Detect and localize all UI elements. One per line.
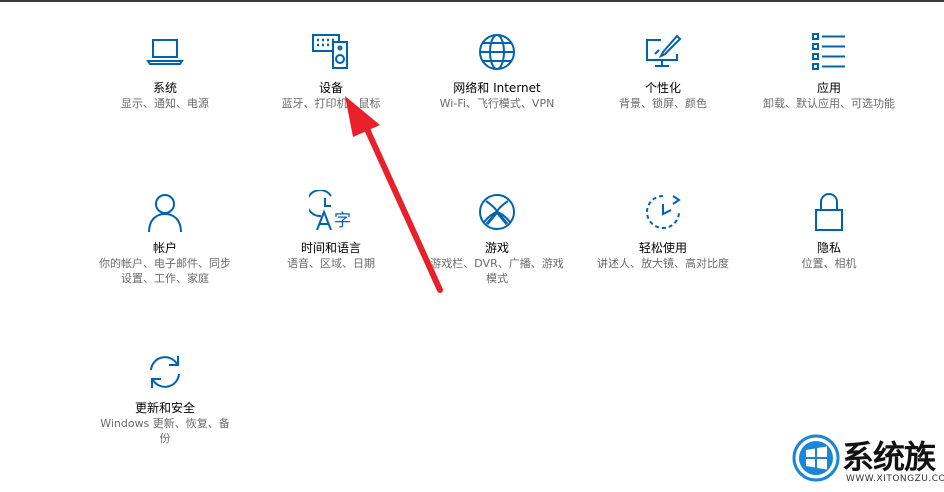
globe-icon — [475, 30, 519, 74]
tile-description: Wi-Fi、飞行模式、VPN — [439, 97, 555, 110]
list-icon — [807, 30, 851, 74]
window-top-border — [0, 0, 944, 2]
tile-description: 卸载、默认应用、可选功能 — [763, 97, 895, 110]
tile-title: 更新和安全 — [134, 401, 195, 415]
tile-description: 显示、通知、电源 — [121, 97, 209, 110]
tile-accounts[interactable]: 帐户 你的帐户、电子邮件、同步设置、工作、家庭 — [90, 190, 240, 286]
tile-ease-of-access[interactable]: 轻松使用 讲述人、放大镜、高对比度 — [588, 190, 738, 271]
tile-title: 设备 — [318, 81, 343, 95]
tile-system[interactable]: 系统 显示、通知、电源 — [90, 30, 240, 111]
watermark-brand: 系统族 — [842, 438, 936, 476]
tile-description: 背景、锁屏、颜色 — [619, 97, 707, 110]
tile-description: 蓝牙、打印机、鼠标 — [281, 97, 381, 110]
tile-description: 游戏栏、DVR、广播、游戏模式 — [430, 257, 564, 285]
ease-of-access-icon — [641, 190, 685, 234]
watermark-url: WWW.XITONGZU.COM — [846, 474, 944, 484]
sync-icon — [143, 350, 187, 394]
tile-title: 系统 — [152, 81, 177, 95]
svg-text:字: 字 — [334, 211, 351, 231]
tile-privacy[interactable]: 隐私 位置、相机 — [754, 190, 904, 271]
tile-gaming[interactable]: 游戏 游戏栏、DVR、广播、游戏模式 — [422, 190, 572, 286]
tile-title: 时间和语言 — [300, 241, 361, 255]
tile-description: 你的帐户、电子邮件、同步设置、工作、家庭 — [99, 257, 231, 285]
keyboard-speaker-icon — [309, 30, 353, 74]
tile-title: 网络和 Internet — [453, 81, 541, 95]
windows-logo-icon — [792, 434, 840, 482]
tile-network[interactable]: 网络和 Internet Wi-Fi、飞行模式、VPN — [422, 30, 572, 111]
tile-personalization[interactable]: 个性化 背景、锁屏、颜色 — [588, 30, 738, 111]
tile-description: 位置、相机 — [801, 257, 857, 270]
person-icon — [143, 190, 187, 234]
tile-apps[interactable]: 应用 卸载、默认应用、可选功能 — [754, 30, 904, 111]
tile-description: 语音、区域、日期 — [287, 257, 375, 270]
paint-monitor-icon — [641, 30, 685, 74]
tile-title: 个性化 — [644, 81, 681, 95]
tile-title: 游戏 — [484, 241, 509, 255]
laptop-icon — [143, 30, 187, 74]
tile-title: 帐户 — [152, 241, 177, 255]
tile-update-security[interactable]: 更新和安全 Windows 更新、恢复、备份 — [90, 350, 240, 446]
tile-devices[interactable]: 设备 蓝牙、打印机、鼠标 — [256, 30, 406, 111]
xbox-icon — [475, 190, 519, 234]
tile-time-language[interactable]: 字 时间和语言 语音、区域、日期 — [256, 190, 406, 271]
time-language-icon: 字 — [309, 190, 353, 234]
tile-description: Windows 更新、恢复、备份 — [100, 417, 230, 445]
tile-description: 讲述人、放大镜、高对比度 — [597, 257, 729, 270]
tile-title: 隐私 — [816, 241, 841, 255]
lock-icon — [807, 190, 851, 234]
tile-title: 轻松使用 — [638, 241, 687, 255]
tile-title: 应用 — [816, 81, 841, 95]
watermark: 系统族 WWW.XITONGZU.COM — [790, 430, 944, 492]
